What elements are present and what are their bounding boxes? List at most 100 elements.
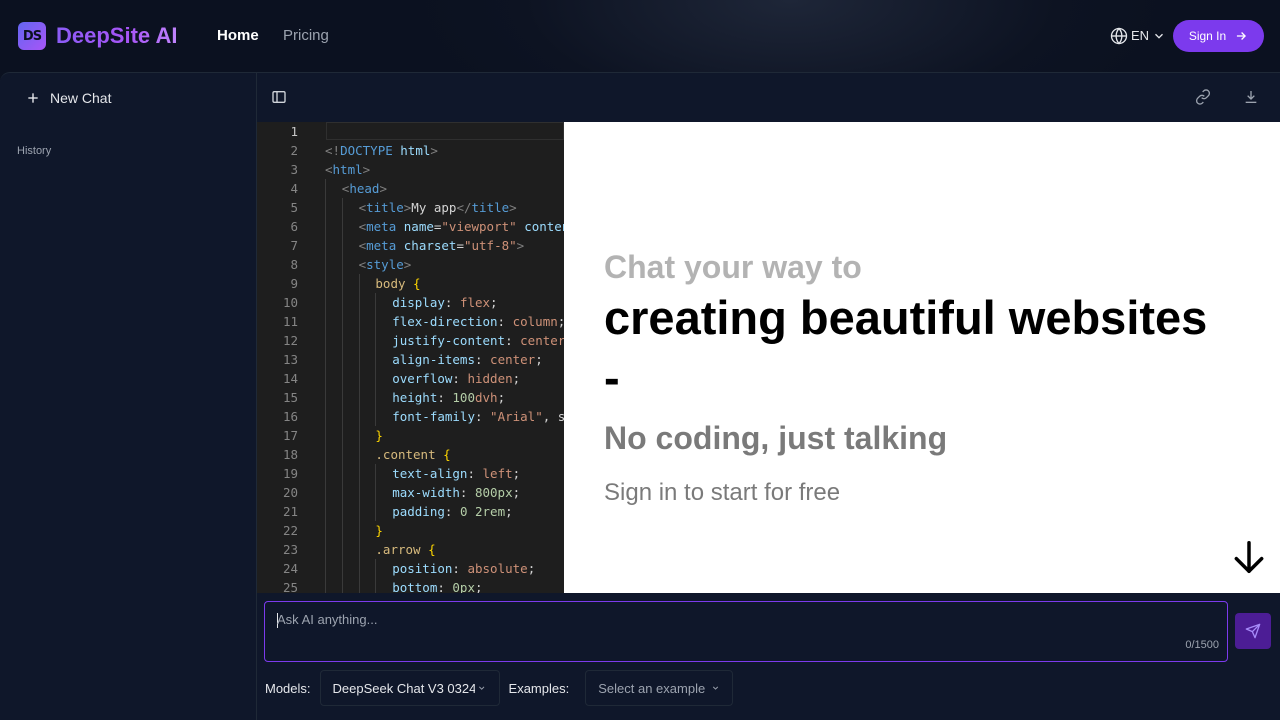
indent-guide [341, 293, 343, 312]
code-text: <style> [358, 257, 412, 272]
line-number: 5 [290, 200, 298, 215]
examples-label: Examples: [508, 680, 570, 696]
indent-guide [341, 350, 343, 369]
code-line: 17} [257, 426, 564, 445]
code-line: 19 text-align: left; [257, 464, 564, 483]
indent-guide [325, 217, 326, 236]
line-number: 15 [282, 390, 298, 405]
prompt-input[interactable] [277, 612, 1177, 632]
code-editor[interactable]: 1 2 <!DOCTYPE html> 3 <html> 4 <head> 5 <title>M… [257, 122, 564, 593]
indent-guide [375, 407, 377, 426]
editor-toolbar [257, 73, 1280, 122]
indent-guide [341, 274, 343, 293]
code-text: } [375, 428, 383, 443]
top-header: DS DeepSite AI Home Pricing EN Sign In [0, 0, 1280, 72]
indent-guide [358, 540, 360, 559]
code-text: .arrow { [375, 542, 436, 557]
line-number: 21 [282, 504, 298, 519]
line-number: 4 [290, 181, 298, 196]
preview-subtitle-1: Chat your way to [604, 249, 862, 285]
line-number: 25 [282, 580, 298, 593]
line-number: 13 [282, 352, 298, 367]
indent-guide [341, 559, 343, 578]
example-select[interactable]: Select an example [585, 670, 734, 706]
indent-guide [341, 369, 343, 388]
indent-guide [325, 502, 326, 521]
indent-guide [325, 293, 326, 312]
indent-guide [341, 521, 343, 540]
indent-guide [358, 293, 360, 312]
indent-guide [341, 445, 343, 464]
line-number: 19 [282, 466, 298, 481]
indent-guide [341, 331, 343, 350]
globe-icon [1110, 27, 1128, 45]
indent-guide [341, 312, 343, 331]
preview-subtitle-2: No coding, just talking [604, 420, 948, 456]
indent-guide [375, 350, 377, 369]
models-label: Models: [265, 680, 311, 696]
history-heading: History [17, 145, 52, 157]
line-number: 24 [282, 561, 298, 576]
nav-home-link[interactable]: Home [217, 26, 259, 46]
character-counter: 0/1500 [1185, 639, 1219, 651]
indent-guide [325, 445, 326, 464]
indent-guide [325, 369, 326, 388]
indent-guide [358, 445, 360, 464]
code-line: 7 <meta charset="utf-8"> [257, 236, 564, 255]
indent-guide [375, 369, 377, 388]
indent-guide [341, 464, 343, 483]
indent-guide [375, 388, 377, 407]
code-line: 15 height: 100dvh; [257, 388, 564, 407]
indent-guide [341, 502, 343, 521]
indent-guide [325, 179, 326, 198]
code-text: padding: 0 2rem; [392, 504, 513, 519]
preview-subtitle-3: Sign in to start for free [604, 479, 841, 506]
bottom-controls: Models: DeepSeek Chat V3 0324 ( Examples… [265, 669, 734, 707]
indent-guide [325, 521, 326, 540]
indent-guide [358, 521, 360, 540]
indent-guide [341, 217, 343, 236]
indent-guide [375, 331, 377, 350]
code-text: text-align: left; [392, 466, 521, 481]
language-code: EN [1131, 28, 1150, 43]
indent-guide [375, 293, 377, 312]
link-icon[interactable] [1195, 89, 1211, 105]
indent-guide [325, 464, 326, 483]
code-text: .content { [375, 447, 451, 462]
download-icon[interactable] [1243, 89, 1259, 105]
plus-icon [28, 93, 38, 103]
indent-guide [375, 483, 377, 502]
model-select[interactable]: DeepSeek Chat V3 0324 ( [319, 670, 500, 706]
line-number: 9 [290, 276, 298, 291]
nav-pricing-link[interactable]: Pricing [283, 26, 329, 46]
send-button[interactable] [1235, 613, 1271, 649]
sign-in-button[interactable]: Sign In [1173, 20, 1264, 52]
indent-guide [375, 559, 377, 578]
preview-dash: - [604, 351, 620, 404]
code-line: 12 justify-content: center; [257, 331, 564, 350]
sidebar-toggle-icon[interactable] [271, 89, 287, 105]
line-number: 12 [282, 333, 298, 348]
language-selector[interactable]: EN [1110, 26, 1166, 46]
indent-guide [325, 236, 326, 255]
code-line: 18 .content { [257, 445, 564, 464]
code-text: <!DOCTYPE html> [325, 143, 438, 158]
code-text: bottom: 0px; [392, 580, 483, 593]
indent-guide [325, 350, 326, 369]
indent-guide [358, 502, 360, 521]
indent-guide [325, 198, 326, 217]
indent-guide [358, 388, 360, 407]
line-number: 20 [282, 485, 298, 500]
code-line: 14 overflow: hidden; [257, 369, 564, 388]
chevron-down-icon [479, 686, 485, 690]
logo-text: DS [22, 28, 42, 44]
code-line: 6 <meta name="viewport" content="width=de… [257, 217, 564, 236]
line-number: 18 [282, 447, 298, 462]
code-text: <head> [341, 181, 387, 196]
app-logo[interactable]: DS [18, 22, 46, 50]
new-chat-label: New Chat [50, 90, 112, 106]
indent-guide [341, 407, 343, 426]
new-chat-button[interactable]: New Chat [26, 89, 111, 107]
code-line: 24 position: absolute; [257, 559, 564, 578]
brand-name[interactable]: DeepSite AI [56, 22, 177, 50]
